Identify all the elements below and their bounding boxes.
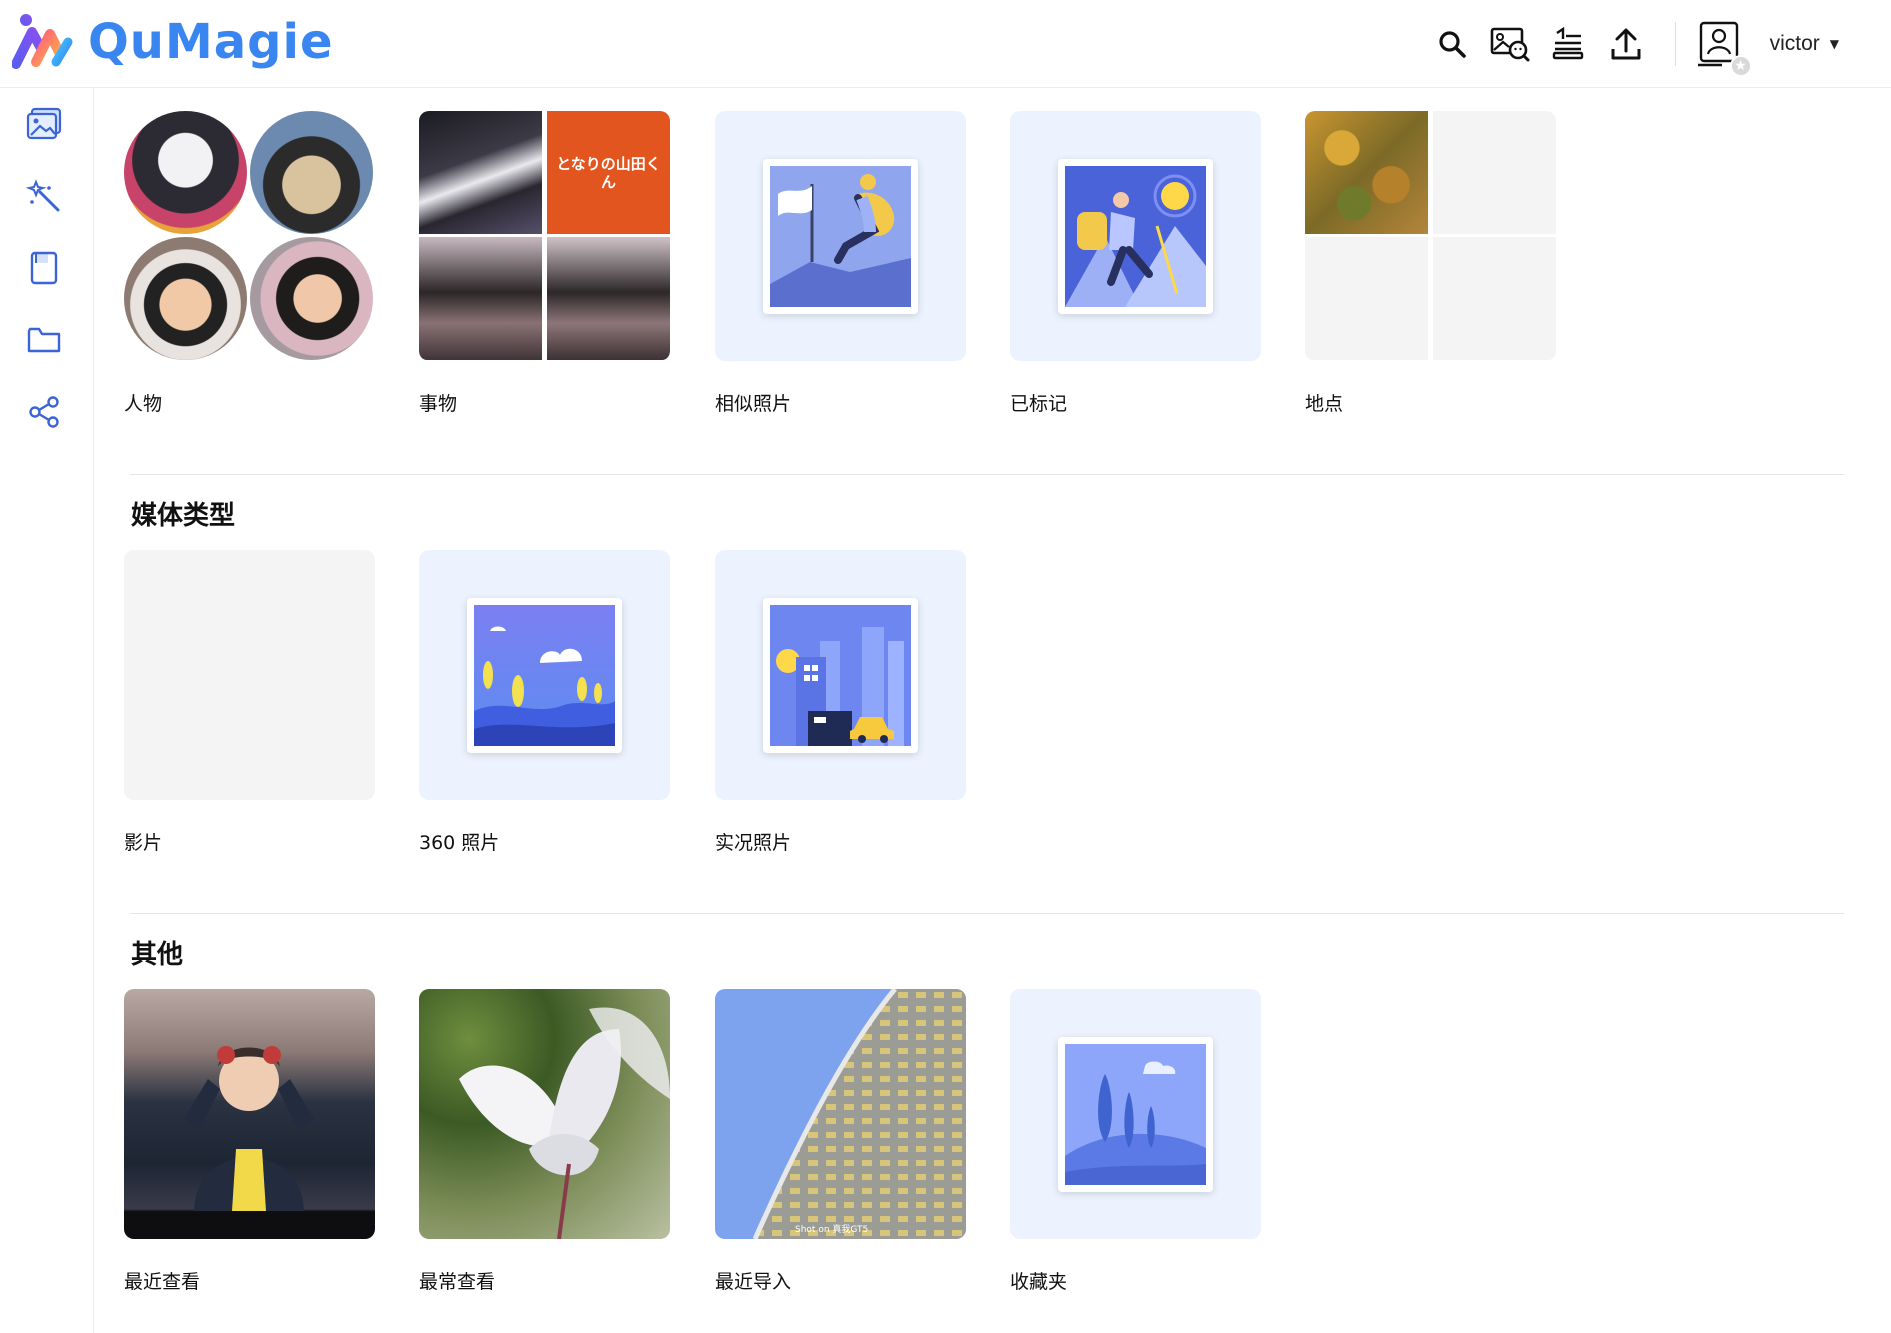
qumagie-logo-icon — [12, 14, 73, 69]
upload-icon[interactable] — [1605, 23, 1647, 65]
live-photo-illustration — [763, 598, 918, 753]
white-flower — [459, 1007, 670, 1239]
empty-tile — [1433, 111, 1556, 234]
album-label: 相似照片 — [715, 393, 792, 415]
person-face-2 — [250, 111, 373, 234]
favorites-thumbnail — [1010, 989, 1261, 1239]
media-360-photo[interactable]: 360 照片 — [419, 550, 670, 854]
admin-star-icon: ★ — [1729, 55, 1752, 77]
user-name: victor — [1769, 32, 1820, 55]
person-face-1 — [124, 111, 247, 234]
album-similar-photos[interactable]: 相似照片 — [715, 111, 966, 415]
toolbar-divider — [1674, 22, 1676, 66]
other-label: 最近查看 — [124, 1271, 201, 1293]
album-label: 已标记 — [1010, 393, 1068, 415]
toolbar: ★ victor ▼ — [1423, 0, 1891, 88]
building-facade — [752, 989, 966, 1239]
recently-imported-thumbnail: Shot on 真我GT5 — [715, 989, 966, 1239]
media-label: 影片 — [124, 832, 163, 854]
photos-icon[interactable] — [24, 104, 64, 144]
other-most-viewed[interactable]: 最常查看 — [419, 989, 670, 1293]
magic-wand-icon[interactable] — [24, 176, 64, 216]
section-title-media-types: 媒体类型 — [131, 501, 236, 531]
sidebar — [0, 88, 94, 1333]
media-live-photo[interactable]: 实况照片 — [715, 550, 966, 854]
kids-photo-1 — [419, 237, 542, 360]
media-label: 实况照片 — [715, 832, 792, 854]
empty-tile — [1305, 237, 1428, 360]
photo-360-illustration — [467, 598, 622, 753]
album-label: 人物 — [124, 393, 163, 415]
places-thumbnail — [1305, 111, 1556, 361]
other-recently-viewed[interactable]: 最近查看 — [124, 989, 375, 1293]
section-divider — [130, 913, 1844, 914]
poster-photo: となりの山田くん — [547, 111, 670, 234]
tagged-thumbnail — [1010, 111, 1261, 361]
other-label: 收藏夹 — [1010, 1271, 1068, 1293]
share-icon[interactable] — [24, 392, 64, 432]
other-favorites[interactable]: 收藏夹 — [1010, 989, 1261, 1293]
album-tagged[interactable]: 已标记 — [1010, 111, 1261, 415]
media-label: 360 照片 — [419, 832, 500, 854]
app-logo[interactable]: QuMagie — [12, 12, 334, 72]
album-things[interactable]: となりの山田くん 事物 — [419, 111, 670, 415]
image-search-icon[interactable] — [1489, 23, 1531, 65]
caret-down-icon: ▼ — [1829, 37, 1839, 51]
live-photo-thumbnail — [715, 550, 966, 800]
app-name: QuMagie — [88, 14, 334, 70]
section-divider — [130, 474, 1844, 475]
person-face-3 — [124, 237, 247, 360]
section-title-others: 其他 — [131, 940, 184, 970]
kids-photo-2 — [547, 237, 670, 360]
autumn-leaves-photo — [1305, 111, 1428, 234]
top-bar: QuMagie ★ victor ▼ — [0, 0, 1891, 88]
album-icon[interactable] — [24, 248, 64, 288]
empty-tile — [1433, 237, 1556, 360]
anime-group-photo — [419, 111, 542, 234]
main-content: 人物 となりの山田くん 事物 相似照片 已标记 地点 媒体类型 影片 360 照… — [94, 88, 1891, 1333]
child-portrait — [184, 1046, 314, 1211]
similar-illustration — [763, 159, 918, 314]
people-thumbnail — [124, 111, 375, 361]
poster-title: となりの山田くん — [556, 154, 661, 191]
other-label: 最常查看 — [419, 1271, 496, 1293]
album-label: 地点 — [1305, 393, 1344, 415]
album-people[interactable]: 人物 — [124, 111, 375, 415]
tagged-illustration — [1058, 159, 1213, 314]
video-thumbnail — [124, 550, 375, 800]
album-label: 事物 — [419, 393, 458, 415]
person-face-4 — [250, 237, 373, 360]
recently-viewed-thumbnail — [124, 989, 375, 1239]
photo-watermark: Shot on 真我GT5 — [795, 1225, 869, 1235]
other-recently-imported[interactable]: Shot on 真我GT5 最近导入 — [715, 989, 966, 1293]
most-viewed-thumbnail — [419, 989, 670, 1239]
album-places[interactable]: 地点 — [1305, 111, 1556, 415]
photo-360-thumbnail — [419, 550, 670, 800]
media-video[interactable]: 影片 — [124, 550, 375, 854]
things-thumbnail: となりの山田くん — [419, 111, 670, 361]
avatar: ★ — [1697, 21, 1752, 77]
folder-icon[interactable] — [24, 320, 64, 360]
search-icon[interactable] — [1431, 23, 1473, 65]
other-label: 最近导入 — [715, 1271, 792, 1293]
user-menu[interactable]: ★ victor ▼ — [1697, 21, 1839, 77]
favorites-illustration — [1058, 1037, 1213, 1192]
task-list-icon[interactable] — [1547, 23, 1589, 65]
similar-photos-thumbnail — [715, 111, 966, 361]
